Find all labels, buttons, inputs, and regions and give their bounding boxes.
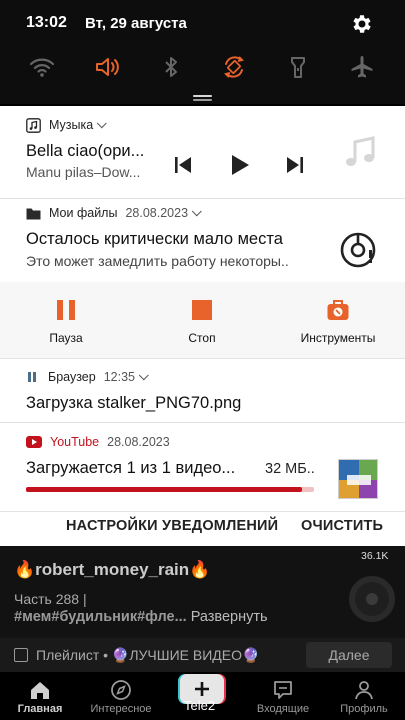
bottom-navigation: Главная Интересное Tele2 Входящие Профил… [0,672,405,720]
files-actions: Пауза Стоп Инструменты [0,282,405,358]
nav-discover-label: Интересное [90,703,152,715]
youtube-title: Загружается 1 из 1 видео... [26,459,236,477]
tools-button[interactable]: Инструменты [290,282,386,358]
files-time: 28.08.2023 [125,206,189,220]
music-header: Музыка [26,116,107,134]
status-bar: 13:02 Вт, 29 августа [0,0,405,48]
stop-label: Стоп [188,331,216,345]
video-author[interactable]: 🔥robert_money_rain🔥 [14,560,210,580]
bluetooth-icon[interactable] [156,52,186,82]
storage-warning-icon [340,232,376,268]
date-label: Вт, 29 августа [85,15,187,32]
song-artist: Manu pilas–Dow... [26,164,141,180]
nav-inbox-label: Входящие [256,703,310,715]
download-progress-bar [26,487,314,492]
stop-icon [192,300,212,320]
playlist-bar[interactable]: Плейлист • 🔮ЛУЧШИЕ ВИДЕО🔮 Далее [0,638,405,672]
playlist-title: Плейлист • 🔮ЛУЧШИЕ ВИДЕО🔮 [36,647,260,663]
browser-pause-icon [28,372,36,382]
browser-title: Загрузка stalker_PNG70.png [26,394,242,412]
quick-settings-row [0,48,405,88]
chevron-down-icon[interactable] [138,369,149,380]
video-thumbnail-image [339,460,377,498]
video-thumbnail [338,459,378,499]
airplane-mode-icon[interactable] [347,52,377,82]
files-header: Мои файлы 28.08.2023 [26,204,202,222]
music-app-icon [26,117,41,133]
nav-home-label: Главная [17,703,63,715]
notification-settings-button[interactable]: НАСТРОЙКИ УВЕДОМЛЕНИЙ [66,518,278,534]
music-disc-icon[interactable] [349,576,395,622]
gear-icon[interactable] [350,12,374,36]
folder-icon [26,208,41,219]
previous-track-icon[interactable] [170,152,196,178]
inbox-icon [274,681,292,699]
download-progress-fill [26,487,303,492]
quick-panel: 13:02 Вт, 29 августа [0,0,405,104]
divider [0,511,405,512]
video-tags: #мем#будильник#фле... Развернуть [14,609,268,625]
nav-profile-label: Профиль [340,703,388,715]
pause-button[interactable]: Пауза [28,282,104,358]
flashlight-icon[interactable] [283,52,313,82]
album-art-placeholder-icon [346,136,375,166]
youtube-icon [26,436,42,448]
files-text: Это может замедлить работу некоторы.. [26,253,289,269]
pause-label: Пауза [49,331,83,345]
next-track-icon[interactable] [282,152,308,178]
files-notification[interactable]: Мои файлы 28.08.2023 Осталось критически… [0,199,405,281]
pause-icon [57,300,75,320]
toolbox-icon [327,300,349,320]
compass-icon [111,680,131,700]
home-icon [31,682,49,699]
auto-rotate-icon[interactable] [219,52,249,82]
profile-icon [355,681,373,700]
youtube-time: 28.08.2023 [107,435,170,449]
music-app-name: Музыка [49,118,94,132]
nav-home[interactable]: Главная [2,676,78,720]
browser-header: Браузер 12:35 [26,368,149,386]
browser-notification[interactable]: Браузер 12:35 Загрузка stalker_PNG70.png [0,359,405,422]
create-label: Tele2 [184,698,216,713]
song-title: Bella ciao(ори... [26,142,145,160]
clock: 13:02 [26,14,67,31]
video-part: Часть 288 | [14,591,87,607]
video-hashtags[interactable]: #мем#будильник#фле... [14,609,187,625]
files-app-name: Мои файлы [49,206,118,220]
youtube-app-name: YouTube [50,435,100,449]
drag-handle-line [193,99,212,101]
youtube-header: YouTube 28.08.2023 [26,433,170,451]
play-icon[interactable] [226,152,252,178]
files-title: Осталось критически мало места [26,230,283,248]
stop-button[interactable]: Стоп [164,282,240,358]
browser-app-name: Браузер [48,370,96,384]
browser-time: 12:35 [103,370,135,384]
notification-panel: Музыка Bella ciao(ори... Manu pilas–Dow.… [0,106,405,546]
next-button[interactable]: Далее [306,642,392,668]
expand-button[interactable]: Развернуть [191,609,268,625]
clear-button[interactable]: ОЧИСТИТЬ [301,518,383,534]
sound-icon[interactable] [92,52,122,82]
view-count: 36.1K [361,550,389,562]
nav-discover[interactable]: Интересное [83,676,159,720]
nav-inbox[interactable]: Входящие [245,676,321,720]
drag-handle[interactable] [193,95,212,97]
playlist-icon [14,648,28,662]
tools-label: Инструменты [300,331,376,345]
chevron-down-icon[interactable] [97,117,107,128]
nav-profile[interactable]: Профиль [326,676,402,720]
chevron-down-icon[interactable] [191,205,202,216]
music-notification[interactable]: Музыка Bella ciao(ори... Manu pilas–Dow.… [0,106,405,198]
background-video-app: 36.1K 🔥robert_money_rain🔥 Часть 288 | #м… [0,546,405,720]
wifi-icon[interactable] [27,52,57,82]
youtube-size: 32 МБ.. [265,461,315,477]
